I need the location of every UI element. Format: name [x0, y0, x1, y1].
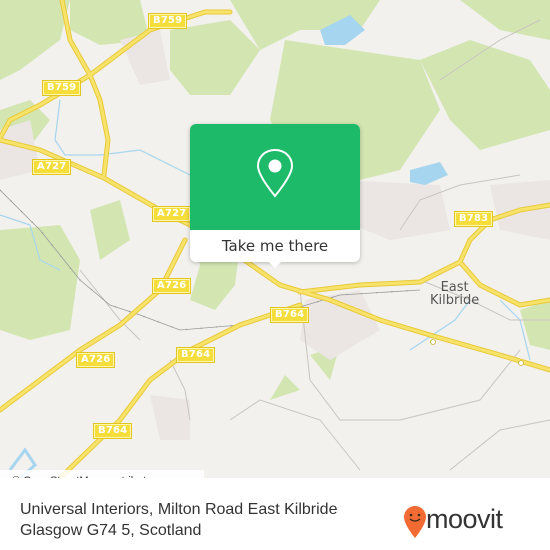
- address-line1: Universal Interiors, Milton Road East Ki…: [20, 501, 338, 518]
- road-shield-a726: A726: [151, 278, 192, 294]
- minor-road: [229, 399, 361, 471]
- popup-header: [190, 124, 360, 230]
- minor-road: [449, 419, 550, 471]
- road-shield-a727: A727: [151, 206, 192, 222]
- moovit-wordmark: moovit: [426, 504, 503, 534]
- place-label-east-kilbride: East Kilbride: [430, 281, 479, 307]
- woodland-area: [0, 0, 70, 80]
- urban-area: [120, 30, 170, 85]
- road-shield-b759: B759: [41, 80, 82, 96]
- road-b764: [57, 302, 303, 478]
- road-shield-b764: B764: [92, 423, 133, 439]
- roundabout: [518, 360, 524, 366]
- road-shield-a727: A727: [31, 159, 72, 175]
- loch: [410, 162, 448, 185]
- woodland-area: [0, 225, 80, 340]
- road-shield-b764: B764: [175, 347, 216, 363]
- attribution-text[interactable]: © OpenStreetMap contributors: [12, 475, 161, 478]
- roundabout: [430, 339, 436, 345]
- address-line2: Glasgow G74 5, Scotland: [20, 522, 202, 539]
- popup-pointer: [267, 260, 283, 268]
- map-attribution: © OpenStreetMap contributors: [0, 470, 204, 478]
- place-label-line2: Kilbride: [430, 293, 480, 308]
- woodland-area: [90, 200, 130, 260]
- woodland-area: [170, 20, 260, 95]
- location-popup: Take me there: [190, 124, 360, 268]
- woodland-area: [420, 40, 550, 150]
- urban-area: [300, 290, 380, 360]
- park-area: [270, 375, 300, 400]
- road-shield-b764: B764: [269, 307, 310, 323]
- location-pin-icon: [256, 148, 294, 198]
- road-shield-b759: B759: [147, 13, 188, 29]
- road-shield-b783: B783: [453, 211, 494, 227]
- address-text: Universal Interiors, Milton Road East Ki…: [20, 499, 337, 541]
- urban-area: [150, 395, 190, 440]
- woodland-area: [460, 0, 550, 40]
- woodland-area: [520, 300, 550, 350]
- take-me-there-button[interactable]: Take me there: [190, 230, 360, 262]
- moovit-pin-icon: [404, 506, 426, 538]
- road-shield-a726: A726: [75, 352, 116, 368]
